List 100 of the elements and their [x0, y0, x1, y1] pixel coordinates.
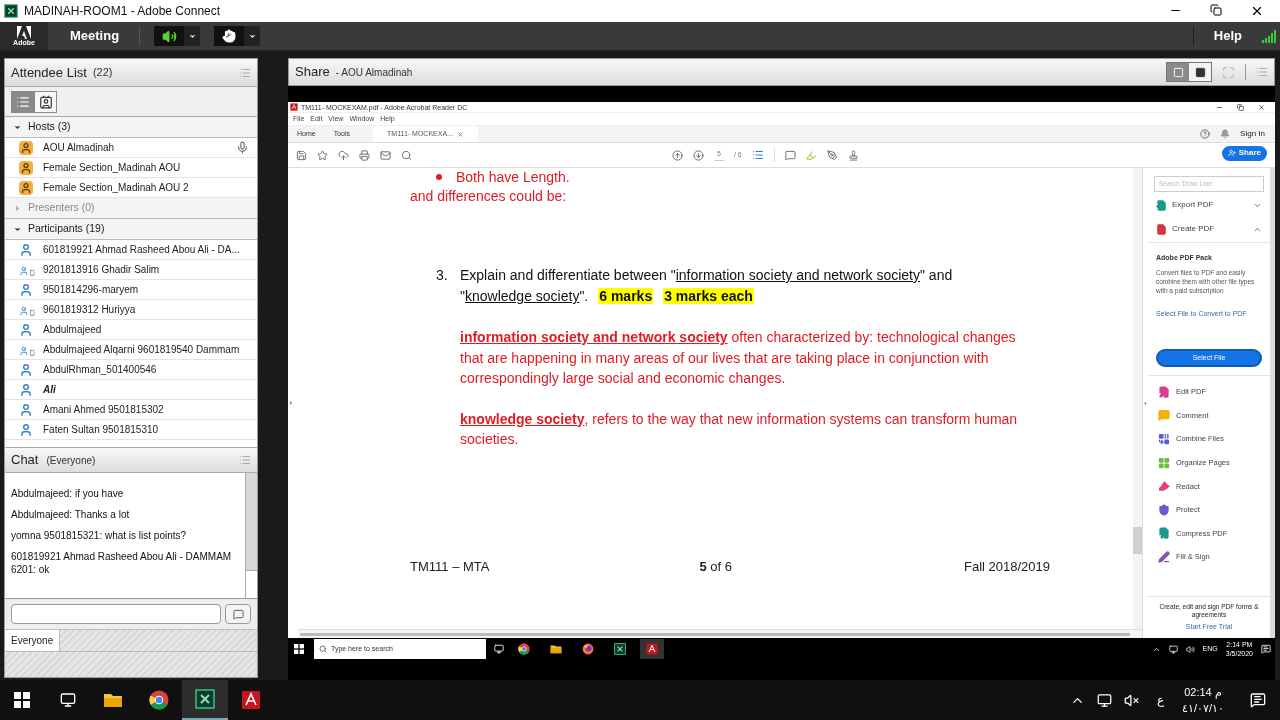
restore-icon[interactable]	[1210, 4, 1222, 16]
meeting-menu[interactable]: Meeting	[70, 26, 120, 46]
previous-page-icon[interactable]	[672, 149, 683, 161]
attendee-name: 9201813916 Ghadir Salim	[43, 263, 160, 277]
add-user-icon	[1227, 149, 1236, 157]
group-header[interactable]: Participants (19)	[5, 219, 257, 240]
attendee-name: AbdulRhman_501400546	[43, 363, 157, 377]
speaker-control[interactable]	[154, 26, 201, 46]
network-icon[interactable]	[1096, 692, 1112, 708]
language-indicator[interactable]: ع	[1156, 691, 1164, 709]
scrollbar[interactable]	[1270, 168, 1275, 638]
chrome-icon[interactable]	[518, 643, 530, 655]
mail-icon[interactable]	[380, 149, 391, 161]
attendee-item[interactable]: Female Section_Madinah AOU	[5, 158, 257, 178]
group-label: Presenters (0)	[28, 200, 95, 216]
screen-icon	[1194, 66, 1206, 78]
connection-signal-icon	[1262, 29, 1278, 43]
user-icon	[19, 322, 33, 337]
presenter-name: - AOU Almadinah	[335, 65, 413, 80]
acrobat-icon[interactable]	[241, 690, 261, 710]
attendee-name: Abdulmajeed Alqarni 9601819540 Dammam	[43, 343, 240, 357]
window-title: MADINAH-ROOM1 - Adobe Connect	[24, 3, 221, 20]
list-icon	[15, 94, 30, 109]
chat-audience: (Everyone)	[46, 453, 96, 468]
chat-input-field[interactable]	[11, 604, 221, 624]
document-text: and differences could be:	[410, 187, 568, 206]
recipient-tab[interactable]: Everyone	[5, 630, 61, 651]
attendee-name: 9601819312 Huriyya	[43, 303, 136, 317]
horizontal-scrollbar[interactable]	[298, 629, 1142, 638]
attendee-name: Faten Sultan 9501815310	[43, 423, 159, 437]
help-icon[interactable]	[1200, 129, 1211, 139]
raise-hand-control[interactable]	[214, 26, 261, 46]
acrobat-icon[interactable]	[646, 643, 658, 655]
group-label: Participants (19)	[28, 221, 105, 237]
sign-in-link[interactable]: Sign In	[1240, 128, 1265, 140]
tool-item[interactable]: Create PDF	[1148, 218, 1270, 240]
close-tab-icon[interactable]	[456, 130, 464, 138]
task-view-icon[interactable]	[494, 644, 504, 654]
tool-item[interactable]: Export PDF	[1148, 194, 1270, 216]
collapse-icon	[13, 203, 22, 213]
contact-icon	[38, 94, 53, 109]
detail-view-tab[interactable]	[34, 90, 57, 113]
upload-icon[interactable]	[338, 149, 349, 161]
attendee-name: AOU Almadinah	[43, 141, 115, 155]
attendee-name: 601819921 Ahmad Rasheed Abou Ali - DA...	[43, 243, 240, 257]
notification-icon[interactable]	[1220, 129, 1231, 139]
clock-time: 02:14 م	[1184, 685, 1222, 700]
start-icon[interactable]	[294, 644, 304, 654]
notifications-icon[interactable]	[1250, 692, 1266, 708]
scrollbar[interactable]	[245, 473, 257, 598]
connect-app-icon[interactable]	[614, 643, 626, 655]
network-icon[interactable]	[1168, 644, 1178, 654]
notifications-icon[interactable]	[1261, 644, 1271, 654]
clock-date: ٤١/٠٧/١٠	[1181, 701, 1224, 716]
next-page-icon[interactable]	[693, 149, 704, 161]
panel-title: Chat	[11, 451, 39, 470]
group-header[interactable]: Presenters (0)	[5, 198, 257, 219]
task-view-icon[interactable]	[60, 692, 76, 708]
user-icon	[19, 282, 33, 297]
attendee-item[interactable]: Female Section_Madinah AOU 2	[5, 178, 257, 198]
speech-bubble-icon	[232, 608, 244, 620]
group-label: Hosts (3)	[28, 119, 71, 135]
group-header[interactable]: Hosts (3)	[5, 117, 257, 138]
user-icon	[19, 402, 33, 417]
question-number: 3.	[436, 266, 449, 285]
close-icon[interactable]	[1250, 4, 1264, 18]
volume-muted-icon[interactable]	[1123, 692, 1139, 708]
save-icon[interactable]	[296, 149, 307, 161]
attendee-name: Female Section_Madinah AOU	[43, 161, 181, 175]
chat-message: Abdulmajeed: if you have	[11, 487, 125, 500]
panel-title: Attendee List	[11, 63, 87, 82]
folder-icon[interactable]	[550, 643, 562, 655]
firefox-icon[interactable]	[582, 643, 594, 655]
user-icon	[19, 362, 33, 377]
pod-title: Share	[295, 63, 330, 82]
pen-icon[interactable]	[826, 149, 838, 161]
start-icon[interactable]	[14, 692, 30, 708]
chrome-icon[interactable]	[149, 690, 169, 710]
connect-app-icon[interactable]	[195, 689, 215, 709]
help-menu[interactable]: Help	[1213, 26, 1242, 46]
hand-icon	[222, 29, 237, 43]
expand-left-icon[interactable]	[288, 400, 294, 406]
user-icon	[19, 422, 33, 437]
stamp-icon[interactable]	[847, 149, 859, 161]
host-user-icon	[19, 160, 33, 175]
print-icon[interactable]	[359, 149, 370, 161]
user-icon	[19, 382, 33, 397]
volume-icon[interactable]	[1185, 644, 1195, 654]
actual-size-button[interactable]	[1189, 63, 1211, 81]
page-list-icon[interactable]	[751, 149, 764, 161]
scrollbar[interactable]	[1133, 168, 1142, 629]
share-button[interactable]: Share	[1221, 145, 1267, 161]
answer-paragraph: information society and network society often characterized by: technological changes that are happening in many areas of our lives that are taking place in conjunction with correspondingly large social and economic changes.	[460, 328, 1017, 388]
restore-icon[interactable]	[1237, 103, 1244, 111]
star-icon[interactable]	[317, 149, 328, 161]
comment-icon[interactable]	[784, 149, 796, 161]
search-icon[interactable]	[401, 149, 412, 161]
attendee-item[interactable]: AOU Almadinah	[5, 138, 257, 158]
connect-app-icon[interactable]	[4, 4, 18, 18]
send-message-button[interactable]	[225, 604, 251, 624]
